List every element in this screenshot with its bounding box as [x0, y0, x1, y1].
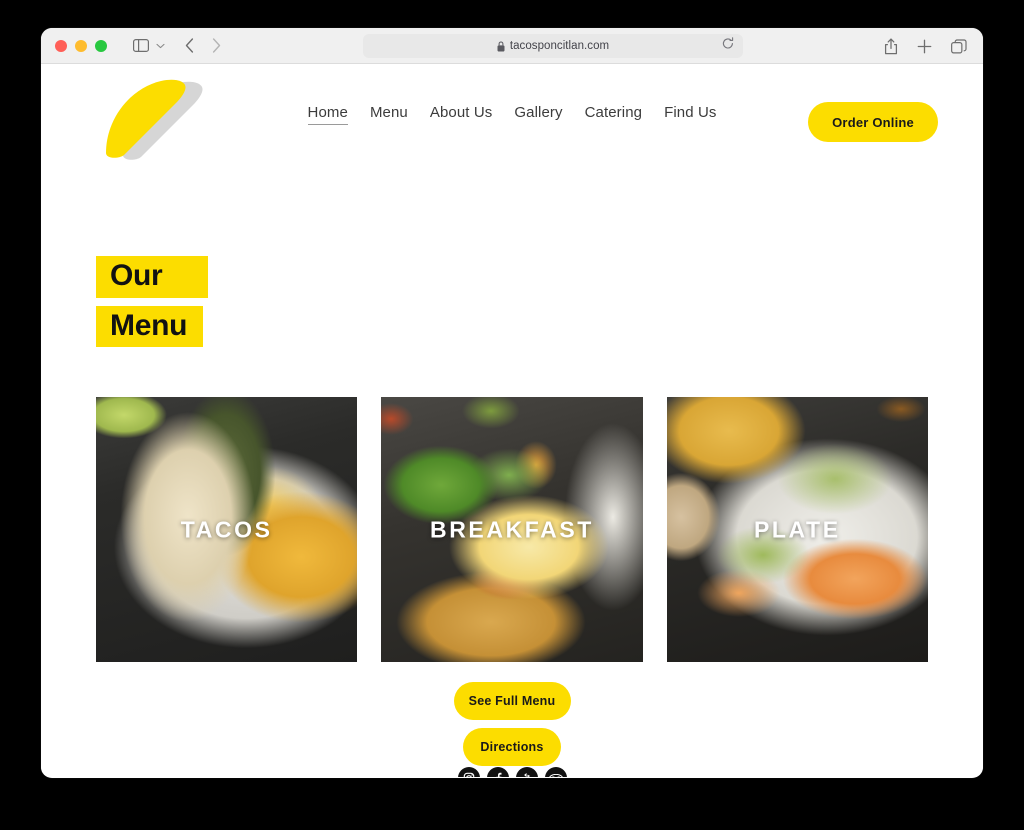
- browser-toolbar: tacosponcitlan.com: [41, 28, 983, 64]
- menu-card-plate[interactable]: PLATE: [666, 397, 928, 662]
- back-button[interactable]: [185, 38, 194, 53]
- menu-card-breakfast[interactable]: BREAKFAST: [381, 397, 643, 662]
- menu-card-label: PLATE: [753, 516, 841, 542]
- browser-window: tacosponcitlan.com Home Menu About Us Ga…: [41, 28, 983, 778]
- social-links: [41, 767, 983, 777]
- toolbar-right-actions: [884, 28, 967, 64]
- window-controls: [41, 39, 107, 52]
- url-text: tacosponcitlan.com: [509, 40, 610, 52]
- menu-category-cards: TACOS BREAKFAST PLATE: [96, 397, 928, 662]
- address-bar[interactable]: tacosponcitlan.com: [363, 34, 743, 58]
- nav-link-about-us[interactable]: About Us: [430, 104, 493, 125]
- nav-link-catering[interactable]: Catering: [585, 104, 643, 125]
- minimize-button[interactable]: [75, 39, 87, 52]
- page-title-line-1: Our: [96, 256, 209, 298]
- menu-card-label: BREAKFAST: [430, 516, 594, 542]
- nav-link-find-us[interactable]: Find Us: [664, 104, 716, 125]
- see-full-menu-button[interactable]: See Full Menu: [453, 682, 571, 720]
- reload-icon[interactable]: [722, 37, 734, 55]
- tripadvisor-icon[interactable]: [544, 767, 567, 777]
- page-title-line-2: Menu: [96, 305, 204, 347]
- lock-icon: [497, 40, 505, 52]
- nav-link-gallery[interactable]: Gallery: [514, 104, 562, 125]
- nav-link-menu[interactable]: Menu: [370, 104, 408, 125]
- instagram-icon[interactable]: [457, 767, 480, 777]
- share-icon[interactable]: [884, 37, 898, 55]
- new-tab-icon[interactable]: [917, 39, 932, 54]
- website-page: Home Menu About Us Gallery Catering Find…: [41, 64, 983, 777]
- tab-overview-icon[interactable]: [951, 38, 967, 54]
- menu-card-tacos[interactable]: TACOS: [96, 397, 358, 662]
- chevron-down-icon[interactable]: [156, 43, 165, 49]
- directions-button[interactable]: Directions: [463, 728, 561, 766]
- sidebar-icon[interactable]: [133, 39, 149, 52]
- nav-link-home[interactable]: Home: [307, 104, 348, 125]
- site-header: Home Menu About Us Gallery Catering Find…: [41, 64, 983, 165]
- close-button[interactable]: [55, 39, 67, 52]
- menu-card-label: TACOS: [180, 516, 273, 542]
- cta-button-group: See Full Menu Directions: [41, 682, 983, 766]
- page-title: Our Menu: [96, 256, 209, 347]
- order-online-button[interactable]: Order Online: [808, 102, 938, 142]
- yelp-icon[interactable]: [515, 767, 538, 777]
- forward-button[interactable]: [212, 38, 221, 53]
- facebook-icon[interactable]: [486, 767, 509, 777]
- maximize-button[interactable]: [95, 39, 107, 52]
